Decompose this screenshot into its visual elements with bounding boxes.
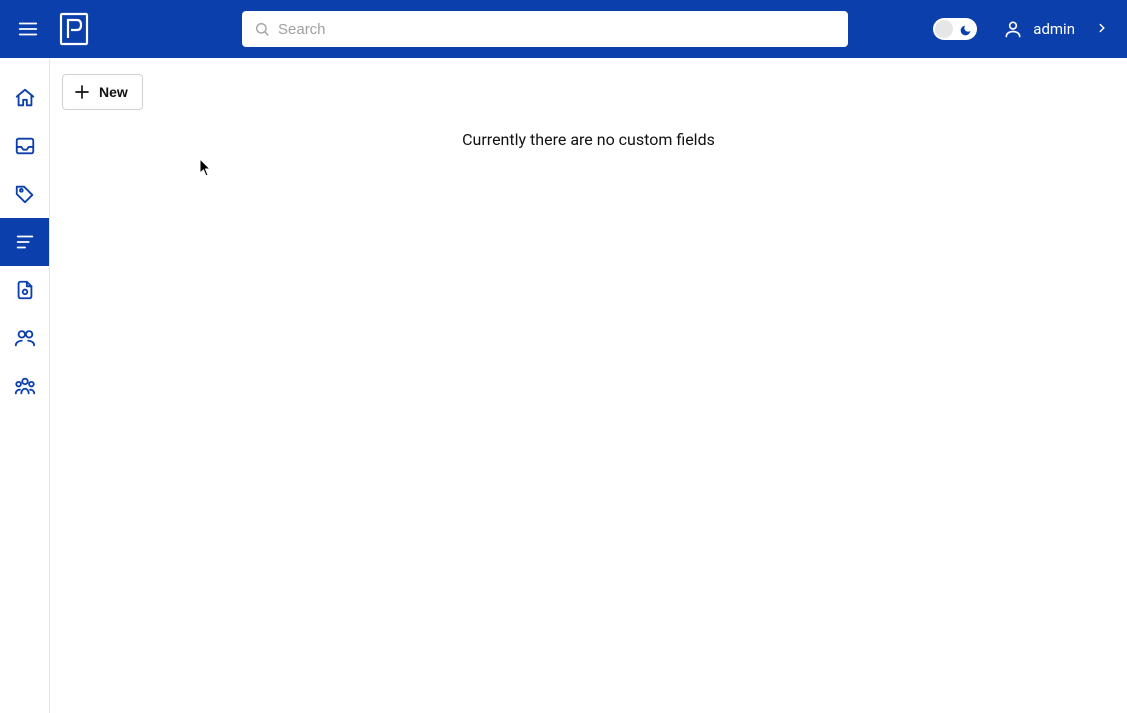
groups-icon — [14, 375, 36, 397]
chevron-right-icon — [1095, 20, 1109, 39]
users-icon — [14, 327, 36, 349]
menu-toggle-button[interactable] — [10, 11, 46, 47]
new-button[interactable]: New — [62, 74, 143, 110]
plus-icon — [73, 83, 91, 101]
file-badge-icon — [14, 279, 36, 301]
main-content: New Currently there are no custom fields — [50, 58, 1127, 713]
username-label: admin — [1033, 20, 1075, 38]
sidebar-item-file-badge[interactable] — [0, 266, 49, 314]
search-icon — [254, 21, 270, 37]
user-icon — [1003, 19, 1023, 39]
toggle-knob — [935, 20, 953, 38]
moon-icon — [959, 22, 972, 41]
sidebar-item-groups[interactable] — [0, 362, 49, 410]
inbox-icon — [14, 135, 36, 157]
app-logo[interactable] — [56, 11, 92, 47]
sidebar-item-inbox[interactable] — [0, 122, 49, 170]
search-input[interactable] — [278, 11, 836, 47]
hamburger-icon — [17, 18, 39, 40]
new-button-label: New — [99, 84, 128, 100]
empty-state-message: Currently there are no custom fields — [60, 130, 1117, 149]
app-header: admin — [0, 0, 1127, 58]
search-field[interactable] — [242, 11, 848, 47]
tag-icon — [14, 183, 36, 205]
logo-icon — [59, 12, 89, 46]
home-icon — [14, 87, 36, 109]
mouse-cursor-icon — [199, 158, 213, 178]
user-menu[interactable]: admin — [995, 13, 1117, 45]
list-icon — [14, 231, 36, 253]
sidebar-item-home[interactable] — [0, 74, 49, 122]
sidebar-item-users[interactable] — [0, 314, 49, 362]
sidebar-item-custom-fields[interactable] — [0, 218, 49, 266]
sidebar — [0, 58, 50, 713]
sidebar-item-tags[interactable] — [0, 170, 49, 218]
theme-toggle[interactable] — [933, 18, 977, 40]
